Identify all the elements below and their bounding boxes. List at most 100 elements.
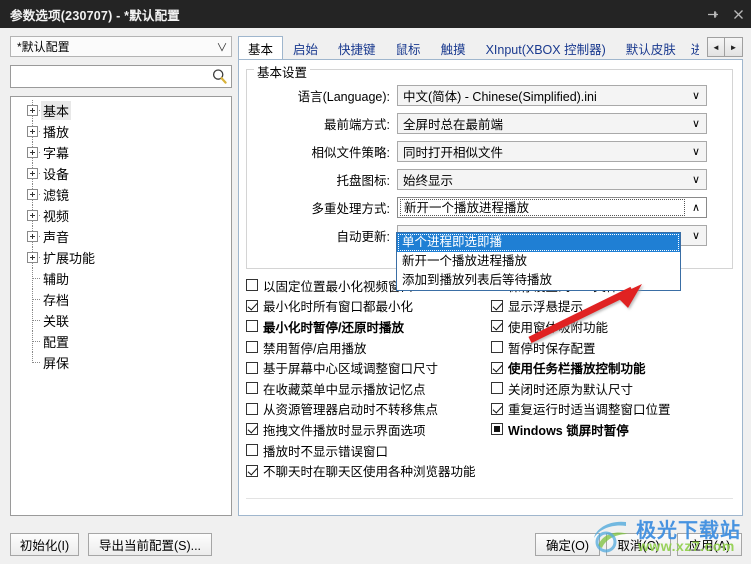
checkbox-row[interactable]: 重复运行时适当调整窗口位置 (491, 399, 671, 420)
setting-select-value: 全屏时总在最前端 (403, 117, 504, 132)
tab-3[interactable]: 快捷键 (328, 36, 386, 59)
pin-icon[interactable] (699, 0, 725, 28)
tree-connector (25, 142, 41, 163)
tree-connector (25, 289, 41, 310)
tree-item[interactable]: 关联 (11, 310, 231, 331)
tab-2[interactable]: 启始 (283, 36, 328, 59)
checkbox-row[interactable]: 显示浮悬提示 (491, 296, 671, 317)
tree-item-label: 基本 (41, 101, 72, 120)
checkbox-row[interactable]: Windows 锁屏时暂停 (491, 419, 671, 440)
search-icon[interactable] (207, 66, 231, 87)
expand-plus-icon[interactable] (27, 231, 38, 242)
tab-scroll-left-button[interactable]: ◄ (707, 37, 725, 57)
multi-process-dropdown-list[interactable]: 单个进程即选即播 新开一个播放进程播放 添加到播放列表后等待播放 (396, 232, 681, 291)
tree-item[interactable]: 视频 (11, 205, 231, 226)
tree-item[interactable]: 滤镜 (11, 184, 231, 205)
tab-strip: 基本启始快捷键鼠标触摸XInput(XBOX 控制器)默认皮肤进 ◄ ► (238, 36, 743, 60)
tree-item[interactable]: 辅助 (11, 268, 231, 289)
checkbox-row[interactable]: 不聊天时在聊天区使用各种浏览器功能 (246, 460, 476, 481)
tree-item[interactable]: 配置 (11, 331, 231, 352)
checkbox-label: 关闭时还原为默认尺寸 (508, 382, 634, 397)
profile-select[interactable]: *默认配置 ∨ (10, 36, 232, 57)
checkbox-icon[interactable] (491, 382, 503, 395)
export-config-button[interactable]: 导出当前配置(S)... (88, 533, 212, 556)
panel-divider (246, 498, 733, 499)
checkbox-row[interactable]: 禁用暂停/启用播放 (246, 337, 476, 358)
checkbox-icon[interactable] (246, 464, 258, 477)
tab-6[interactable]: XInput(XBOX 控制器) (476, 36, 616, 59)
tab-7[interactable]: 默认皮肤 (616, 36, 686, 59)
tab-scroll-right-button[interactable]: ► (725, 37, 743, 57)
checkbox-row[interactable]: 基于屏幕中心区域调整窗口尺寸 (246, 357, 476, 378)
checkbox-row[interactable]: 从资源管理器启动时不转移焦点 (246, 399, 476, 420)
search-input[interactable] (11, 67, 207, 86)
checkbox-label: 禁用暂停/启用播放 (263, 341, 367, 356)
tab-scroll-controls[interactable]: ◄ ► (707, 37, 743, 57)
tab-1[interactable]: 基本 (238, 36, 284, 59)
tree-item[interactable]: 扩展功能 (11, 247, 231, 268)
setting-select[interactable]: 同时打开相似文件 ∨ (397, 140, 707, 162)
checkbox-row[interactable]: 使用窗体吸附功能 (491, 316, 671, 337)
search-box[interactable] (10, 65, 232, 88)
setting-select[interactable]: 全屏时总在最前端 ∨ (397, 112, 707, 134)
checkbox-icon[interactable] (491, 299, 503, 312)
tab-5[interactable]: 触摸 (431, 36, 476, 59)
checkbox-icon[interactable] (246, 444, 258, 457)
checkbox-icon[interactable] (246, 402, 258, 415)
tree-item-label: 滤镜 (43, 188, 70, 203)
checkbox-icon[interactable] (491, 320, 503, 333)
setting-select[interactable]: 新开一个播放进程播放 ∧ (397, 196, 707, 218)
tab-4[interactable]: 鼠标 (386, 36, 431, 59)
expand-plus-icon[interactable] (27, 147, 38, 158)
expand-plus-icon[interactable] (27, 210, 38, 221)
checkbox-row[interactable]: 使用任务栏播放控制功能 (491, 357, 671, 378)
checkbox-icon[interactable] (246, 382, 258, 395)
tree-item[interactable]: 播放 (11, 121, 231, 142)
checkbox-icon[interactable] (491, 361, 503, 374)
checkbox-icon[interactable] (246, 423, 258, 436)
tree-item[interactable]: 声音 (11, 226, 231, 247)
checkbox-icon[interactable] (246, 279, 258, 292)
expand-plus-icon[interactable] (27, 105, 38, 116)
checkbox-icon[interactable] (491, 402, 503, 415)
setting-select[interactable]: 始终显示 ∨ (397, 168, 707, 190)
checkbox-row[interactable]: 播放时不显示错误窗口 (246, 440, 476, 461)
apply-button[interactable]: 应用(A) (677, 533, 742, 556)
dropdown-option[interactable]: 单个进程即选即播 (397, 233, 680, 252)
dialog-body: *默认配置 ∨ 基本 播放 字幕 设备 滤镜 视频 声音 扩展功能 辅助 存档 关联 配置 屏保 基本启 (0, 28, 751, 526)
tree-item[interactable]: 存档 (11, 289, 231, 310)
cancel-button[interactable]: 取消(C) (606, 533, 671, 556)
checkbox-icon[interactable] (246, 299, 258, 312)
checkbox-row[interactable]: 最小化时暂停/还原时播放 (246, 316, 476, 337)
tree-item[interactable]: 基本 (11, 100, 231, 121)
expand-plus-icon[interactable] (27, 189, 38, 200)
setting-label: 多重处理方式: (311, 201, 390, 216)
dropdown-option[interactable]: 新开一个播放进程播放 (397, 252, 680, 271)
checkbox-row[interactable]: 关闭时还原为默认尺寸 (491, 378, 671, 399)
expand-plus-icon[interactable] (27, 168, 38, 179)
dropdown-option[interactable]: 添加到播放列表后等待播放 (397, 271, 680, 290)
tree-item[interactable]: 设备 (11, 163, 231, 184)
checkbox-icon[interactable] (246, 320, 258, 333)
checkbox-row[interactable]: 在收藏菜单中显示播放记忆点 (246, 378, 476, 399)
checkbox-icon[interactable] (491, 423, 503, 436)
checkbox-row[interactable]: 拖拽文件播放时显示界面选项 (246, 419, 476, 440)
close-icon[interactable] (725, 0, 751, 28)
checkbox-icon[interactable] (246, 361, 258, 374)
setting-row: 托盘图标: 始终显示 ∨ (247, 168, 707, 190)
setting-select[interactable]: 中文(简体) - Chinese(Simplified).ini ∨ (397, 84, 707, 106)
expand-plus-icon[interactable] (27, 252, 38, 263)
checkbox-icon[interactable] (246, 341, 258, 354)
checkbox-row[interactable]: 暂停时保存配置 (491, 337, 671, 358)
checkbox-row[interactable]: 最小化时所有窗口都最小化 (246, 296, 476, 317)
expand-plus-icon[interactable] (27, 126, 38, 137)
chevron-down-icon: ∨ (691, 173, 701, 186)
tree-item[interactable]: 屏保 (11, 352, 231, 373)
initialize-button[interactable]: 初始化(I) (10, 533, 79, 556)
settings-tree[interactable]: 基本 播放 字幕设备滤镜视频 声音 扩展功能 辅助 存档 关联 配置 屏保 (10, 96, 232, 516)
tree-item-label: 设备 (43, 167, 70, 182)
tree-item[interactable]: 字幕 (11, 142, 231, 163)
checkbox-icon[interactable] (491, 341, 503, 354)
ok-button[interactable]: 确定(O) (535, 533, 600, 556)
tab-8[interactable]: 进 (686, 36, 700, 59)
